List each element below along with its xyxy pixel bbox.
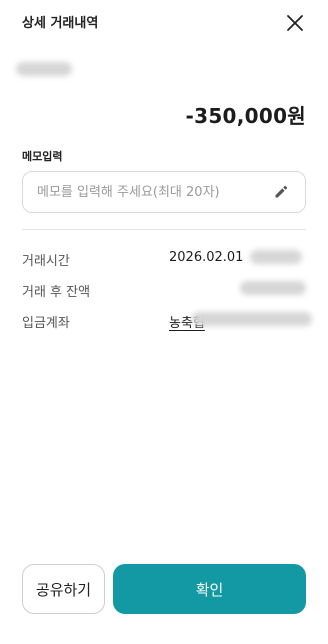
transaction-amount: -350,000원 (185, 104, 306, 128)
redacted-balance (240, 281, 306, 295)
close-button[interactable] (284, 12, 306, 34)
redacted-account-number (192, 312, 312, 326)
memo-field[interactable] (22, 171, 306, 213)
page-title: 상세 거래내역 (22, 16, 99, 31)
account-label: 입금계좌 (22, 316, 70, 331)
time-value: 2026.02.01 (169, 250, 244, 265)
memo-input[interactable] (37, 172, 267, 212)
memo-label: 메모입력 (22, 150, 63, 163)
close-icon (287, 15, 303, 31)
redacted-time (250, 250, 302, 264)
pencil-icon[interactable] (273, 184, 289, 200)
header: 상세 거래내역 (0, 0, 328, 48)
time-label: 거래시간 (22, 254, 70, 269)
share-button[interactable]: 공유하기 (22, 564, 105, 614)
divider (22, 229, 306, 230)
balance-label: 거래 후 잔액 (22, 285, 91, 300)
redacted-counterparty-name (16, 62, 72, 76)
confirm-button[interactable]: 확인 (113, 564, 306, 614)
